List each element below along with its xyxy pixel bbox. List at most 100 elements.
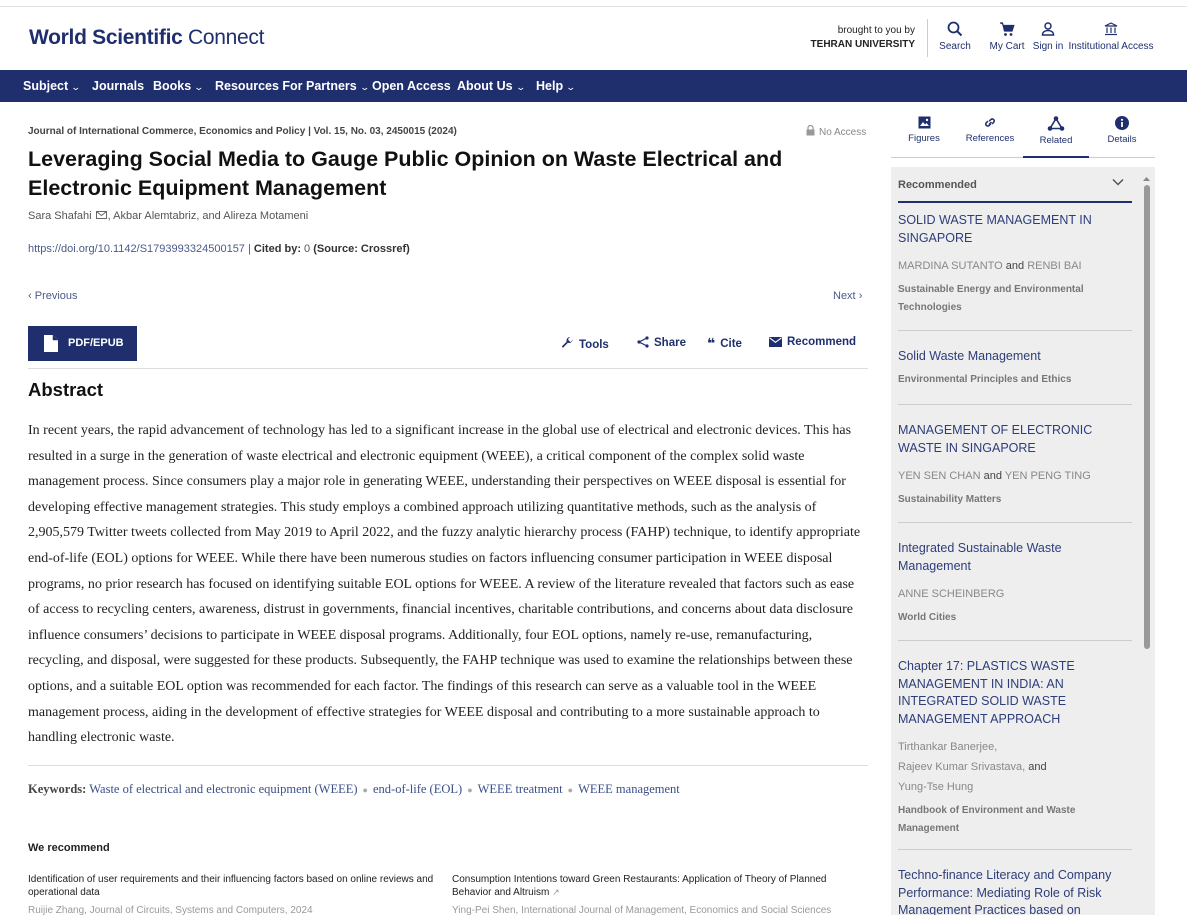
- doi-line: https://doi.org/10.1142/S179399332450015…: [28, 243, 410, 255]
- nav-journals[interactable]: Journals: [92, 79, 144, 93]
- tab-figures[interactable]: Figures: [891, 116, 957, 144]
- search-button[interactable]: Search: [937, 21, 973, 52]
- user-icon: [1041, 22, 1055, 36]
- previous-link[interactable]: ‹ Previous: [28, 290, 78, 302]
- brought-by-label: brought to you by: [837, 25, 915, 36]
- related-authors: MARDINA SUTANTO and RENBI BAI: [898, 260, 1082, 272]
- separator-dot: ●: [362, 785, 368, 795]
- article-title: Leveraging Social Media to Gauge Public …: [28, 147, 783, 200]
- top-border: [0, 0, 1187, 7]
- lock-icon: [806, 124, 815, 136]
- wrench-icon: [561, 337, 573, 348]
- scroll-up-icon[interactable]: [1142, 175, 1151, 182]
- keyword-link[interactable]: WEEE treatment: [478, 782, 563, 796]
- nav-help[interactable]: Help ⌄: [536, 79, 577, 93]
- recommended-meta: Ruijie Zhang, Journal of Circuits, Syste…: [28, 905, 313, 915]
- institutional-access-button[interactable]: Institutional Access: [1066, 21, 1156, 52]
- main-nav: Subject ⌄ Journals Books ⌄ Resources For P…: [0, 70, 1187, 102]
- network-icon: [1047, 116, 1065, 131]
- sidebar-scrollbar[interactable]: [1142, 175, 1151, 915]
- chevron-down-icon[interactable]: [1111, 175, 1125, 189]
- related-title[interactable]: SOLID WASTE MANAGEMENT IN SINGAPORE: [898, 212, 1132, 247]
- nav-books[interactable]: Books ⌄: [153, 79, 205, 93]
- recommended-article[interactable]: Identification of user requirements and …: [28, 873, 438, 915]
- abstract-heading: Abstract: [28, 379, 104, 400]
- nav-resources[interactable]: Resources For Partners ⌄: [215, 79, 370, 93]
- recommended-heading: Recommended: [898, 179, 977, 191]
- separator-dot: ●: [567, 785, 574, 795]
- related-title[interactable]: Integrated Sustainable Waste Management: [898, 540, 1132, 575]
- divider: [28, 368, 868, 369]
- related-source: Environmental Principles and Ethics: [898, 373, 1072, 385]
- related-title[interactable]: Techno-finance Literacy and Company Perf…: [898, 867, 1132, 915]
- keyword-link[interactable]: WEEE management: [578, 782, 680, 796]
- tools-button[interactable]: Tools: [560, 336, 609, 351]
- image-icon: [918, 116, 930, 129]
- cite-button[interactable]: ❝ Cite: [707, 336, 742, 352]
- separator-dot: ●: [467, 785, 473, 795]
- related-item: Chapter 17: PLASTICS WASTE MANAGEMENT IN…: [898, 658, 1132, 838]
- tab-references[interactable]: References: [957, 116, 1023, 144]
- recommend-button[interactable]: Recommend: [769, 336, 856, 348]
- divider: [898, 522, 1132, 523]
- keywords: Keywords: Waste of electrical and electr…: [28, 782, 680, 796]
- divider: [28, 765, 868, 766]
- recommended-title[interactable]: Consumption Intentions toward Green Rest…: [452, 873, 852, 899]
- related-authors: Tirthankar Banerjee, Rajeev Kumar Srivas…: [898, 741, 1047, 793]
- cited-count[interactable]: 0: [304, 243, 310, 255]
- related-title[interactable]: MANAGEMENT OF ELECTRONIC WASTE IN SINGAP…: [898, 422, 1132, 457]
- related-item: Techno-finance Literacy and Company Perf…: [898, 867, 1132, 915]
- scrollbar-thumb[interactable]: [1144, 185, 1150, 649]
- email-icon[interactable]: [95, 211, 107, 219]
- other-authors[interactable]: , Akbar Alemtabriz, and Alireza Motameni: [108, 210, 309, 222]
- heading-underline: [898, 201, 1132, 203]
- document-icon: [44, 335, 58, 352]
- related-item: MANAGEMENT OF ELECTRONIC WASTE IN SINGAP…: [898, 422, 1132, 509]
- chevron-down-icon: ⌄: [565, 82, 577, 92]
- related-authors[interactable]: ANNE SCHEINBERG: [898, 584, 1132, 604]
- pdf-epub-button[interactable]: PDF/EPUB: [28, 326, 137, 361]
- recommended-article[interactable]: Consumption Intentions toward Green Rest…: [452, 873, 852, 915]
- quote-icon: ❝: [707, 336, 716, 352]
- doi-link[interactable]: https://doi.org/10.1142/S179399332450015…: [28, 243, 245, 255]
- chevron-down-icon: ⌄: [359, 82, 370, 92]
- related-item: Solid Waste Management Environmental Pri…: [898, 348, 1132, 389]
- active-tab-indicator: [1023, 156, 1089, 158]
- link-icon: [985, 118, 995, 127]
- site-header: World Scientific Connect brought to you …: [0, 7, 1187, 70]
- abstract-text: In recent years, the rapid advancement o…: [28, 423, 861, 746]
- cart-button[interactable]: My Cart: [988, 21, 1026, 52]
- share-button[interactable]: Share: [637, 336, 686, 349]
- related-source: Sustainability Matters: [898, 494, 1002, 505]
- envelope-icon: [769, 337, 782, 347]
- related-source: Handbook of Environment and Waste Manage…: [898, 805, 1076, 834]
- author-link[interactable]: Sara Shafahi: [28, 210, 92, 222]
- tab-related[interactable]: Related: [1023, 116, 1089, 146]
- nav-subject[interactable]: Subject ⌄: [23, 79, 81, 93]
- divider: [898, 330, 1132, 331]
- keyword-link[interactable]: Waste of electrical and electronic equip…: [89, 782, 357, 796]
- site-logo[interactable]: World Scientific Connect: [29, 26, 264, 50]
- nav-about[interactable]: About Us ⌄: [457, 79, 526, 93]
- related-title[interactable]: Solid Waste Management: [898, 348, 1132, 366]
- info-icon: [1115, 116, 1129, 130]
- sidebar-tabs: Figures References Related Details: [891, 102, 1155, 158]
- recommended-title[interactable]: Identification of user requirements and …: [28, 873, 438, 899]
- institution-name: TEHRAN UNIVERSITY: [810, 39, 915, 50]
- chevron-left-icon: ‹: [28, 290, 32, 302]
- access-status: No Access: [806, 124, 866, 138]
- nav-open-access[interactable]: Open Access: [372, 79, 451, 93]
- search-icon: [947, 21, 963, 37]
- related-authors: YEN SEN CHAN and YEN PENG TING: [898, 470, 1091, 482]
- we-recommend-heading: We recommend: [28, 842, 110, 854]
- signin-button[interactable]: Sign in: [1031, 21, 1065, 52]
- related-title[interactable]: Chapter 17: PLASTICS WASTE MANAGEMENT IN…: [898, 658, 1132, 728]
- next-link[interactable]: Next ›: [833, 290, 862, 302]
- tab-details[interactable]: Details: [1089, 116, 1155, 145]
- cart-icon: [1000, 22, 1015, 36]
- chevron-down-icon: ⌄: [193, 82, 205, 92]
- journal-citation[interactable]: Journal of International Commerce, Econo…: [28, 126, 457, 137]
- keyword-link[interactable]: end-of-life (EOL): [373, 782, 462, 796]
- divider: [898, 640, 1132, 641]
- related-source: Sustainable Energy and Environmental Tec…: [898, 284, 1084, 313]
